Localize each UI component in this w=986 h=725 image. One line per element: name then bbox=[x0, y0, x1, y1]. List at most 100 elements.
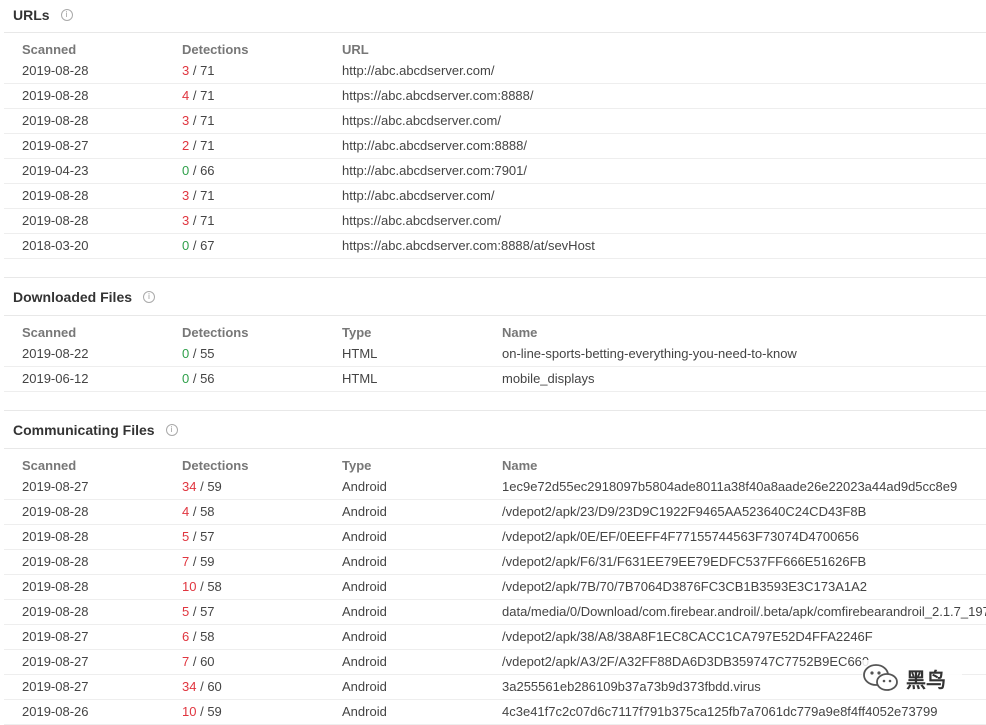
table-row[interactable]: 2019-08-26 10 / 59 Android 4c3e41f7c2c07d6c… bbox=[4, 699, 986, 725]
detection-ratio[interactable]: 2 / 71 bbox=[182, 138, 215, 153]
table-row[interactable]: 2019-08-28 5 / 57 Android data/media/0/Down… bbox=[4, 599, 986, 625]
table-row[interactable]: 2019-08-27 7 / 60 Android/vdepot2/apk/A3/2… bbox=[4, 649, 986, 675]
detection-ratio[interactable]: 34 / 60 bbox=[182, 679, 222, 694]
file-name-link[interactable]: /vdepot2/apk/0E/EF/0EEFF4F77155744563F73… bbox=[502, 529, 859, 544]
detection-ratio[interactable]: 3 / 71 bbox=[182, 213, 215, 228]
downloaded-files-section-title: Downloaded Files i bbox=[13, 289, 156, 305]
engine-total: 59 bbox=[207, 479, 222, 494]
file-name-link[interactable]: /vdepot2/apk/23/D9/23D9C1922F9465AA52364… bbox=[502, 504, 866, 519]
col-scanned[interactable]: Scanned bbox=[22, 42, 76, 57]
table-row[interactable]: 2019-08-28 5 / 57 Android/vdepot2/apk/0E/E… bbox=[4, 524, 986, 550]
ratio-separator: / bbox=[189, 238, 201, 253]
url-link[interactable]: https://abc.abcdserver.com/ bbox=[342, 113, 501, 128]
detection-ratio[interactable]: 3 / 71 bbox=[182, 188, 215, 203]
col-detections[interactable]: Detections bbox=[182, 42, 248, 57]
detection-ratio[interactable]: 3 / 71 bbox=[182, 113, 215, 128]
file-name-link[interactable]: 1ec9e72d55ec2918097b5804ade8011a38f40a8a… bbox=[502, 479, 957, 494]
detection-ratio[interactable]: 7 / 60 bbox=[182, 654, 215, 669]
communicating-files-title-text: Communicating Files bbox=[13, 422, 155, 438]
col-scanned[interactable]: Scanned bbox=[22, 325, 76, 340]
detection-ratio[interactable]: 3 / 71 bbox=[182, 63, 215, 78]
col-name[interactable]: Name bbox=[502, 325, 537, 340]
info-icon[interactable]: i bbox=[60, 9, 73, 21]
url-link[interactable]: https://abc.abcdserver.com:8888/ bbox=[342, 88, 534, 103]
file-name-link[interactable]: on-line-sports-betting-everything-you-ne… bbox=[502, 346, 797, 361]
table-row[interactable]: 2019-08-27 34 / 59 Android 1ec9e72d55ec2918… bbox=[4, 474, 986, 500]
info-icon[interactable]: i bbox=[165, 424, 178, 436]
communicating-files-section-title: Communicating Files i bbox=[13, 422, 178, 438]
col-url[interactable]: URL bbox=[342, 42, 369, 57]
table-row[interactable]: 2019-06-12 0 / 56 HTML mobile_displays bbox=[4, 366, 986, 392]
col-name[interactable]: Name bbox=[502, 458, 537, 473]
ratio-separator: / bbox=[196, 479, 208, 494]
detection-ratio[interactable]: 0 / 56 bbox=[182, 371, 215, 386]
engine-total: 71 bbox=[200, 188, 215, 203]
file-name-link[interactable]: /vdepot2/apk/F6/31/F631EE79EE79EDFC537FF… bbox=[502, 554, 866, 569]
table-row[interactable]: 2019-08-27 2 / 71 http://abc.abcdserver.co… bbox=[4, 133, 986, 159]
file-name-link[interactable]: /vdepot2/apk/38/A8/38A8F1EC8CACC1CA797E5… bbox=[502, 629, 873, 644]
urls-section-title: URLs i bbox=[13, 7, 73, 23]
scanned-date: 2019-08-28 bbox=[22, 63, 89, 78]
table-row[interactable]: 2019-08-27 6 / 58 Android/vdepot2/apk/38/A… bbox=[4, 624, 986, 650]
detection-ratio[interactable]: 5 / 57 bbox=[182, 529, 215, 544]
col-detections[interactable]: Detections bbox=[182, 325, 248, 340]
table-row[interactable]: 2019-08-28 7 / 59 Android/vdepot2/apk/F6/3… bbox=[4, 549, 986, 575]
table-row[interactable]: 2019-08-28 3 / 71 https://abc.abcdserver.c… bbox=[4, 108, 986, 134]
table-row[interactable]: 2019-08-27 34 / 60 Android 3a255561eb286109… bbox=[4, 674, 986, 700]
table-row[interactable]: 2019-08-28 4 / 71 https://abc.abcdserver.c… bbox=[4, 83, 986, 109]
ratio-separator: / bbox=[189, 138, 201, 153]
detection-ratio[interactable]: 0 / 66 bbox=[182, 163, 215, 178]
file-name-link[interactable]: /vdepot2/apk/7B/70/7B7064D3876FC3CB1B359… bbox=[502, 579, 867, 594]
detection-ratio[interactable]: 4 / 71 bbox=[182, 88, 215, 103]
file-name-link[interactable]: data/media/0/Download/com.firebear.andro… bbox=[502, 604, 986, 619]
ratio-separator: / bbox=[189, 113, 201, 128]
col-detections[interactable]: Detections bbox=[182, 458, 248, 473]
watermark-text: 黑鸟 bbox=[906, 667, 946, 692]
detection-ratio[interactable]: 34 / 59 bbox=[182, 479, 222, 494]
scanned-date: 2019-08-27 bbox=[22, 654, 89, 669]
file-name-link[interactable]: mobile_displays bbox=[502, 371, 595, 386]
detection-ratio[interactable]: 5 / 57 bbox=[182, 604, 215, 619]
ratio-separator: / bbox=[189, 88, 201, 103]
engine-total: 71 bbox=[200, 88, 215, 103]
table-row[interactable]: 2019-08-28 3 / 71 http://abc.abcdserver.co… bbox=[4, 183, 986, 209]
ratio-separator: / bbox=[189, 371, 201, 386]
file-type: HTML bbox=[342, 371, 378, 386]
file-name-link[interactable]: /vdepot2/apk/A3/2F/A32FF88DA6D3DB359747C… bbox=[502, 654, 869, 669]
watermark: 黑鸟 bbox=[862, 660, 962, 696]
table-row[interactable]: 2019-08-22 0 / 55 HTML on-line-sports-betti… bbox=[4, 341, 986, 367]
url-link[interactable]: http://abc.abcdserver.com:8888/ bbox=[342, 138, 527, 153]
detection-count: 34 bbox=[182, 479, 197, 494]
table-row[interactable]: 2019-08-28 4 / 58 Android/vdepot2/apk/23/D… bbox=[4, 499, 986, 525]
divider bbox=[4, 32, 986, 33]
table-row[interactable]: 2019-04-23 0 / 66 http://abc.abcdserver.co… bbox=[4, 158, 986, 184]
detection-ratio[interactable]: 4 / 58 bbox=[182, 504, 215, 519]
col-scanned[interactable]: Scanned bbox=[22, 458, 76, 473]
detection-ratio[interactable]: 7 / 59 bbox=[182, 554, 215, 569]
url-link[interactable]: https://abc.abcdserver.com:8888/at/sevHo… bbox=[342, 238, 595, 253]
url-link[interactable]: https://abc.abcdserver.com/ bbox=[342, 213, 501, 228]
ratio-separator: / bbox=[189, 629, 201, 644]
detection-ratio[interactable]: 0 / 67 bbox=[182, 238, 215, 253]
engine-total: 57 bbox=[200, 604, 215, 619]
table-row[interactable]: 2019-08-28 10 / 58 Android/vdepot2/apk/7B/… bbox=[4, 574, 986, 600]
col-type[interactable]: Type bbox=[342, 325, 371, 340]
divider bbox=[4, 410, 986, 411]
ratio-separator: / bbox=[196, 679, 208, 694]
ratio-separator: / bbox=[189, 654, 201, 669]
table-row[interactable]: 2019-08-28 3 / 71 https://abc.abcdserver.c… bbox=[4, 208, 986, 234]
url-link[interactable]: http://abc.abcdserver.com:7901/ bbox=[342, 163, 527, 178]
table-row[interactable]: 2018-03-20 0 / 67 https://abc.abcdserver.c… bbox=[4, 233, 986, 259]
file-type: Android bbox=[342, 604, 387, 619]
url-link[interactable]: http://abc.abcdserver.com/ bbox=[342, 63, 494, 78]
file-name-link[interactable]: 3a255561eb286109b37a73b9d373fbdd.virus bbox=[502, 679, 761, 694]
detection-ratio[interactable]: 6 / 58 bbox=[182, 629, 215, 644]
info-icon[interactable]: i bbox=[143, 291, 156, 303]
url-link[interactable]: http://abc.abcdserver.com/ bbox=[342, 188, 494, 203]
file-type: Android bbox=[342, 629, 387, 644]
file-type: Android bbox=[342, 679, 387, 694]
table-row[interactable]: 2019-08-28 3 / 71 http://abc.abcdserver.co… bbox=[4, 58, 986, 84]
detection-ratio[interactable]: 0 / 55 bbox=[182, 346, 215, 361]
col-type[interactable]: Type bbox=[342, 458, 371, 473]
detection-ratio[interactable]: 10 / 58 bbox=[182, 579, 222, 594]
